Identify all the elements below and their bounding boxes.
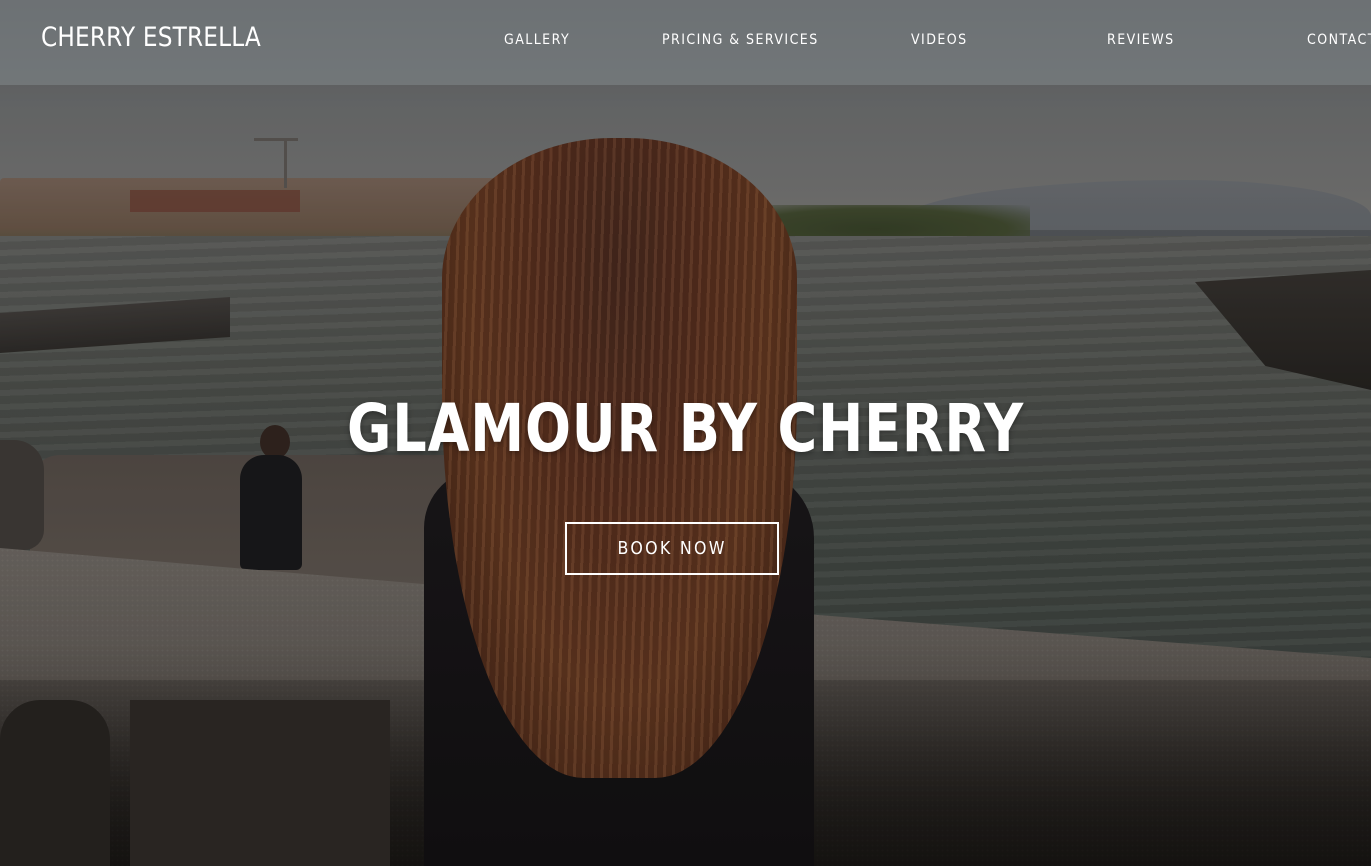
nav-link-pricing-services[interactable]: PRICING & SERVICES: [662, 32, 819, 48]
book-now-button[interactable]: BOOK NOW: [565, 522, 779, 575]
hero-title: GLAMOUR BY CHERRY: [347, 390, 1024, 467]
top-navigation-bar: CHERRY ESTRELLA GALLERY PRICING & SERVIC…: [0, 0, 1371, 85]
nav-link-gallery[interactable]: GALLERY: [504, 32, 570, 48]
hero-section: CHERRY ESTRELLA GALLERY PRICING & SERVIC…: [0, 0, 1371, 866]
nav-link-contact[interactable]: CONTACT: [1307, 32, 1371, 48]
brand-logo-text[interactable]: CHERRY ESTRELLA: [41, 22, 261, 53]
book-now-label: BOOK NOW: [617, 538, 727, 559]
nav-link-reviews[interactable]: REVIEWS: [1107, 32, 1175, 48]
nav-link-videos[interactable]: VIDEOS: [911, 32, 968, 48]
